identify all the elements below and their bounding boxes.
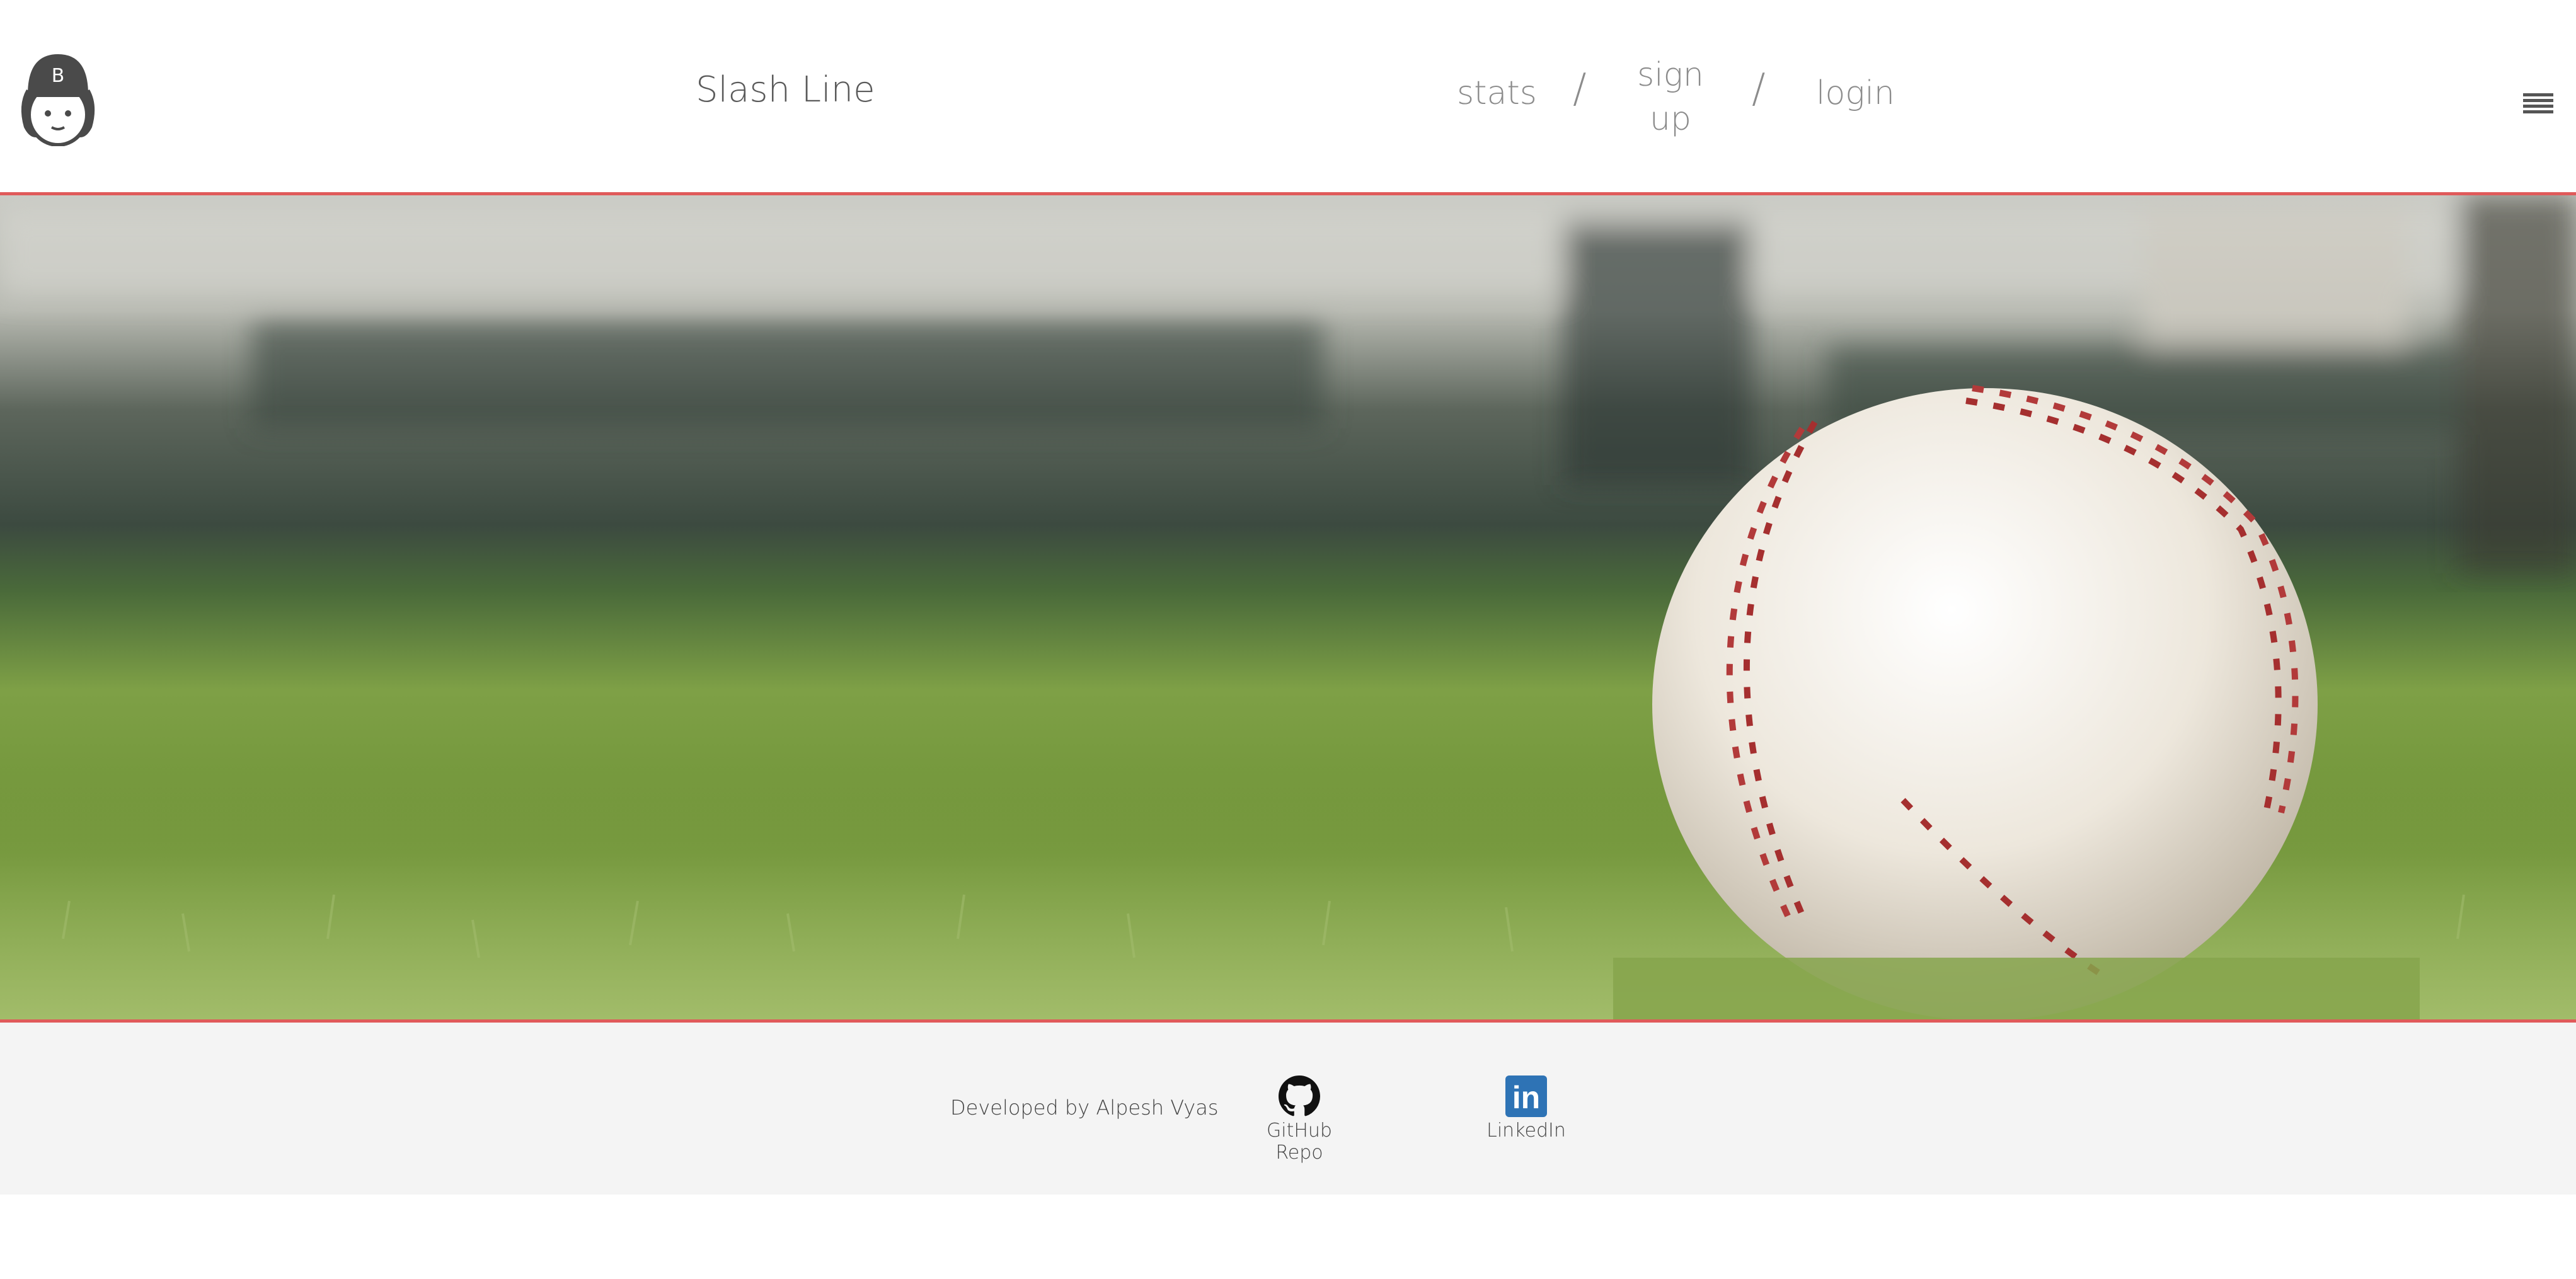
github-icon xyxy=(1279,1075,1320,1116)
github-repo-link[interactable]: GitHub Repo xyxy=(1244,1075,1355,1164)
nav-signup-line2: up xyxy=(1650,100,1691,138)
nav-signup-link[interactable]: sign up xyxy=(1636,53,1705,141)
logo-avatar-icon[interactable]: B xyxy=(14,45,102,147)
nav-separator: / xyxy=(1573,66,1587,112)
developer-credit: Developed by Alpesh Vyas xyxy=(950,1096,1219,1120)
svg-text:in: in xyxy=(1512,1080,1540,1115)
baseball-on-grass-image xyxy=(0,195,2576,1019)
nav-signup-line1: sign xyxy=(1637,56,1704,94)
linkedin-label: LinkedIn xyxy=(1486,1120,1566,1142)
hamburger-menu-icon[interactable] xyxy=(2523,93,2553,118)
nav-stats-link[interactable]: stats xyxy=(1457,74,1537,112)
linkedin-icon: in xyxy=(1505,1075,1547,1117)
github-repo-label: GitHub Repo xyxy=(1267,1120,1332,1164)
site-footer: Developed by Alpesh Vyas GitHub Repo in … xyxy=(0,1023,2576,1195)
baseball-illustration xyxy=(1652,385,2318,1019)
site-header: B Slash Line stats / sign up / login xyxy=(0,0,2576,192)
nav-separator: / xyxy=(1752,66,1766,112)
brand-title[interactable]: Slash Line xyxy=(696,69,875,110)
svg-text:B: B xyxy=(52,65,65,87)
hero-banner xyxy=(0,192,2576,1023)
linkedin-link[interactable]: in LinkedIn xyxy=(1483,1075,1569,1142)
nav-login-link[interactable]: login xyxy=(1816,74,1895,112)
